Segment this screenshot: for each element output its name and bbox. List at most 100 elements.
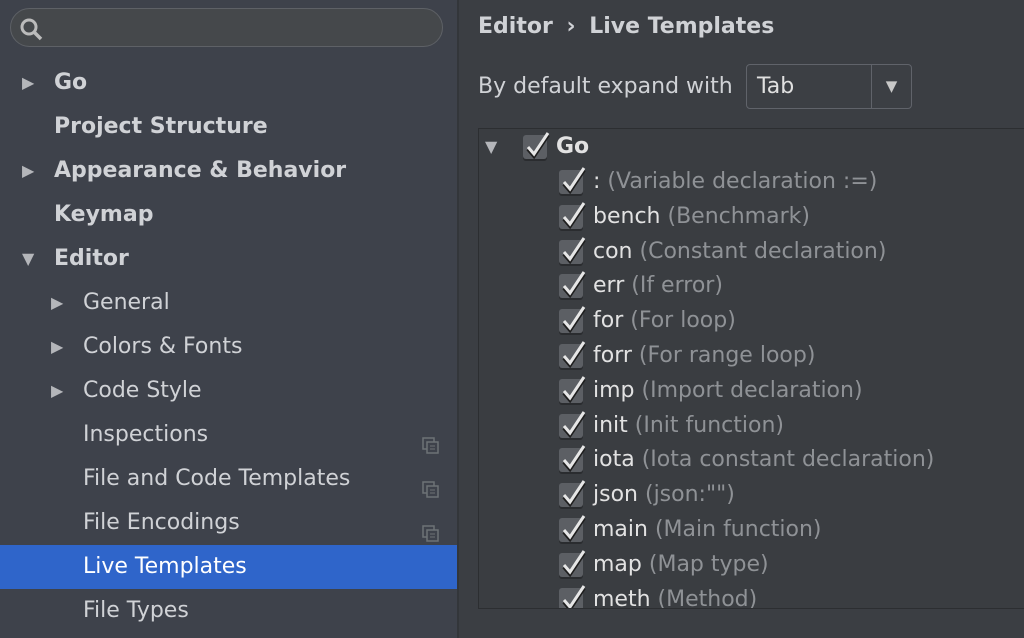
sidebar-item-label: Appearance & Behavior	[54, 158, 347, 183]
collapsed-arrow-icon[interactable]: ▶	[51, 325, 63, 369]
sidebar-item-label: General	[83, 290, 170, 315]
checkbox[interactable]	[559, 341, 586, 369]
checkbox[interactable]	[559, 271, 586, 299]
checkbox[interactable]	[559, 375, 586, 404]
sidebar-item[interactable]: File and Code Templates	[0, 457, 457, 501]
sidebar-item-label: Colors & Fonts	[83, 334, 243, 359]
collapsed-arrow-icon[interactable]: ▶	[22, 61, 34, 105]
sidebar-item-label: File Types	[83, 598, 189, 623]
expand-with-dropdown[interactable]: Tab ▼	[746, 64, 912, 109]
template-description: (Variable declaration :=)	[607, 169, 878, 194]
template-description: (Map type)	[648, 551, 769, 577]
template-row[interactable]: con (Constant declaration)	[559, 235, 1019, 269]
template-description: (For loop)	[630, 308, 736, 334]
template-row[interactable]: bench (Benchmark)	[559, 200, 1019, 234]
expanded-arrow-icon[interactable]: ▼	[485, 130, 497, 164]
template-description: (Constant declaration)	[639, 238, 887, 264]
group-label: Go	[556, 134, 590, 159]
checkbox[interactable]	[523, 132, 550, 160]
checkbox[interactable]	[559, 167, 586, 195]
template-description: (If error)	[631, 273, 723, 299]
breadcrumb-separator: ›	[566, 14, 576, 39]
sidebar-item-label: Go	[54, 70, 88, 95]
search-field[interactable]	[10, 8, 443, 47]
sidebar-item[interactable]: ▶ Colors & Fonts	[0, 325, 457, 369]
template-abbreviation: main	[593, 517, 648, 542]
checkbox[interactable]	[559, 584, 586, 608]
sidebar-item[interactable]: ▶ General	[0, 281, 457, 325]
chevron-down-icon[interactable]: ▼	[871, 65, 911, 108]
template-abbreviation: con	[593, 238, 633, 264]
checkbox[interactable]	[559, 201, 586, 230]
sidebar-item-label: Inspections	[83, 422, 209, 447]
template-row[interactable]: : (Variable declaration :=)	[559, 165, 1019, 199]
sidebar-item[interactable]: Live Templates	[0, 545, 457, 589]
template-abbreviation: iota	[593, 447, 635, 473]
checkbox[interactable]	[559, 306, 586, 334]
sidebar-item[interactable]: ▶ Go	[0, 61, 457, 105]
template-row[interactable]: forr (For range loop)	[559, 339, 1019, 373]
sidebar-item-label: Project Structure	[54, 114, 268, 139]
template-abbreviation: map	[593, 551, 642, 577]
breadcrumb-parent: Editor	[478, 14, 553, 39]
sidebar-item-label: Code Style	[83, 378, 202, 403]
template-abbreviation: for	[593, 308, 624, 334]
sidebar-item-label: Keymap	[54, 202, 154, 227]
sidebar-item-label: Live Templates	[83, 554, 247, 579]
template-description: (Method)	[657, 586, 758, 609]
checkbox[interactable]	[559, 515, 586, 543]
template-row[interactable]: for (For loop)	[559, 304, 1019, 338]
checkbox[interactable]	[559, 480, 586, 508]
settings-sidebar: ▶ Go Project Structure ▶ Appearance & Behavi…	[0, 0, 457, 638]
checkbox[interactable]	[559, 236, 586, 264]
template-row[interactable]: iota (Iota constant declaration)	[559, 443, 1019, 477]
template-description: (Init function)	[634, 412, 784, 438]
sidebar-item-label: Editor	[54, 246, 129, 271]
template-description: (Benchmark)	[667, 203, 810, 229]
collapsed-arrow-icon[interactable]: ▶	[51, 369, 63, 413]
template-row[interactable]: json (json:"")	[559, 478, 1019, 512]
template-abbreviation: :	[593, 169, 601, 194]
template-group-row[interactable]: ▼ Go	[479, 130, 679, 164]
checkbox[interactable]	[559, 410, 586, 438]
templates-tree: ▼ Go: (Variable declaration :=) bench (Ben…	[478, 128, 1024, 609]
sidebar-item[interactable]: File Types	[0, 589, 457, 633]
template-row[interactable]: imp (Import declaration)	[559, 374, 1019, 408]
template-row[interactable]: meth (Method)	[559, 583, 1019, 609]
checkbox[interactable]	[559, 445, 586, 473]
sidebar-item-label: File and Code Templates	[83, 466, 351, 491]
template-row[interactable]: main (Main function)	[559, 513, 1019, 547]
search-icon	[20, 18, 43, 41]
template-row[interactable]: map (Map type)	[559, 548, 1019, 582]
template-row[interactable]: err (If error)	[559, 269, 1019, 303]
sidebar-item[interactable]: Keymap	[0, 193, 457, 237]
breadcrumb-current: Live Templates	[589, 14, 775, 39]
template-description: (Import declaration)	[641, 377, 863, 403]
expanded-arrow-icon[interactable]: ▼	[22, 237, 34, 281]
template-abbreviation: imp	[593, 377, 635, 403]
template-abbreviation: err	[593, 273, 625, 299]
template-description: (Iota constant declaration)	[641, 447, 935, 473]
expand-with-value: Tab	[757, 74, 795, 99]
breadcrumb: Editor › Live Templates	[478, 14, 774, 39]
template-row[interactable]: init (Init function)	[559, 409, 1019, 443]
expand-with-label: By default expand with	[478, 74, 733, 99]
collapsed-arrow-icon[interactable]: ▶	[51, 281, 63, 325]
sidebar-item-label: File Encodings	[83, 510, 240, 535]
sidebar-item[interactable]: ▼ Editor	[0, 237, 457, 281]
live-templates-panel: Editor › Live Templates By default expan…	[459, 0, 1024, 638]
sidebar-item[interactable]: Inspections	[0, 413, 457, 457]
search-input[interactable]	[51, 15, 431, 41]
template-abbreviation: meth	[593, 586, 651, 609]
template-description: (json:"")	[644, 482, 735, 508]
sidebar-item[interactable]: Project Structure	[0, 105, 457, 149]
template-abbreviation: bench	[593, 203, 661, 229]
checkbox[interactable]	[559, 549, 586, 578]
sidebar-item[interactable]: ▶ Appearance & Behavior	[0, 149, 457, 193]
template-description: (Main function)	[654, 517, 822, 542]
sidebar-item[interactable]: ▶ Code Style	[0, 369, 457, 413]
template-abbreviation: forr	[593, 343, 632, 368]
sidebar-item[interactable]: File Encodings	[0, 501, 457, 545]
collapsed-arrow-icon[interactable]: ▶	[22, 149, 34, 193]
template-abbreviation: init	[593, 412, 628, 438]
